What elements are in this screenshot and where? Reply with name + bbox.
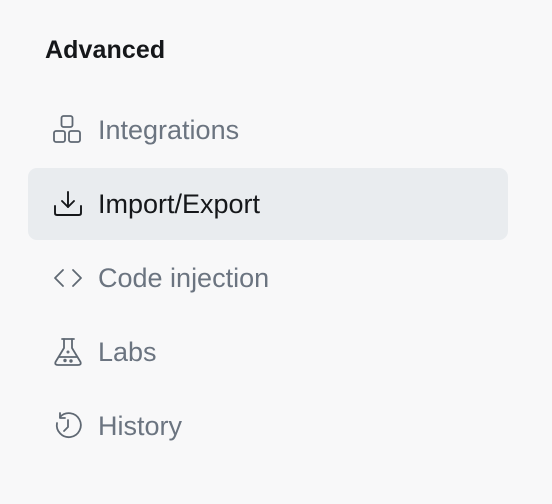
history-icon [52,410,84,442]
labs-flask-icon [52,336,84,368]
nav-item-label: Code injection [98,262,270,293]
nav-item-label: Labs [98,336,157,367]
section-title-advanced: Advanced [45,36,166,64]
nav-item-labs[interactable]: Labs [28,316,508,388]
nav-item-label: History [98,410,183,441]
integrations-icon [52,114,84,146]
advanced-nav-list: Integrations Import/Export Code injectio… [28,94,508,464]
code-icon [52,262,84,294]
nav-item-integrations[interactable]: Integrations [28,94,508,166]
nav-item-history[interactable]: History [28,390,508,462]
nav-item-label: Integrations [98,114,240,145]
nav-item-import-export[interactable]: Import/Export [28,168,508,240]
nav-item-code-injection[interactable]: Code injection [28,242,508,314]
nav-item-label: Import/Export [98,188,261,219]
settings-sidebar: Advanced Integrations Import/Export Code… [0,0,552,504]
import-export-icon [52,188,84,220]
